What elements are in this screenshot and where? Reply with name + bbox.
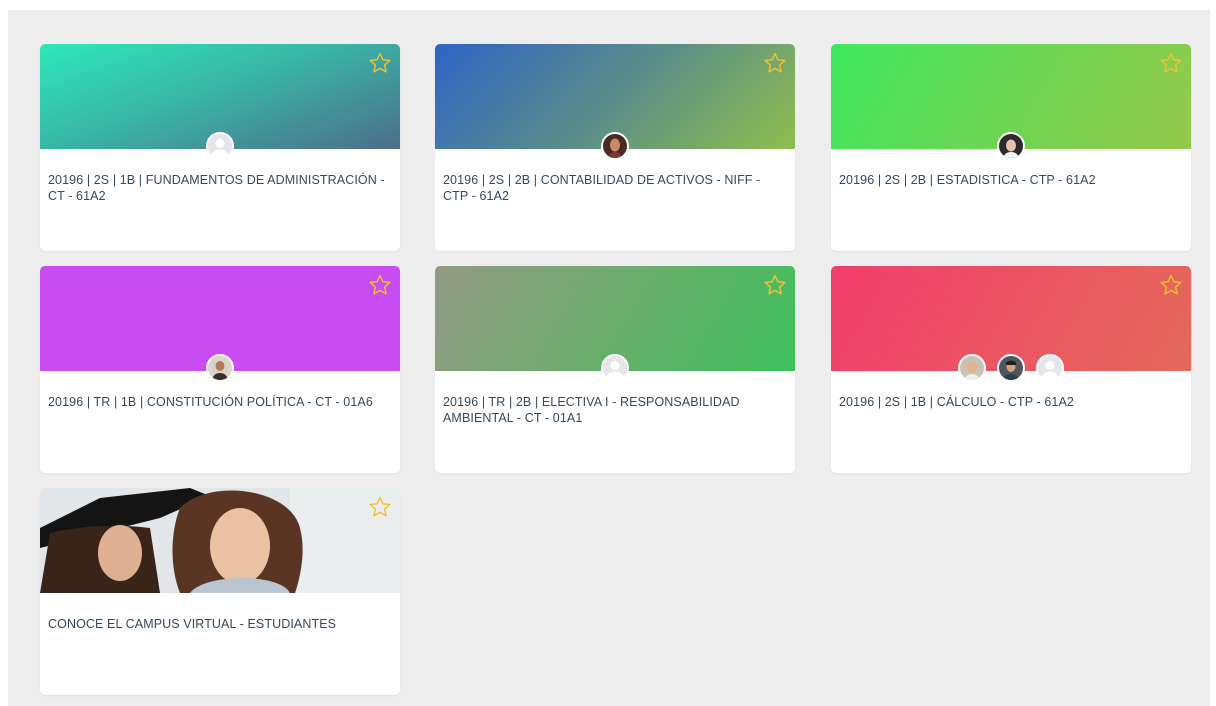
course-title[interactable]: 20196 | 2S | 2B | CONTABILIDAD DE ACTIVO… [443, 172, 781, 204]
teacher-avatars [40, 354, 400, 384]
course-card[interactable]: 20196 | 2S | 1B | CÁLCULO - CTP - 61A2 [831, 266, 1191, 473]
default-user-avatar[interactable] [1036, 354, 1064, 382]
star-outline-icon[interactable] [1159, 51, 1183, 75]
default-user-avatar[interactable] [206, 132, 234, 160]
teacher-photo-avatar[interactable] [958, 354, 986, 382]
two-students-photo [40, 488, 400, 593]
teacher-photo-avatar[interactable] [997, 132, 1025, 160]
course-title[interactable]: 20196 | TR | 2B | ELECTIVA I - RESPONSAB… [443, 394, 781, 426]
star-outline-icon[interactable] [368, 495, 392, 519]
course-card[interactable]: 20196 | 2S | 2B | CONTABILIDAD DE ACTIVO… [435, 44, 795, 251]
teacher-photo-avatar[interactable] [601, 132, 629, 160]
course-card[interactable]: 20196 | 2S | 2B | ESTADISTICA - CTP - 61… [831, 44, 1191, 251]
course-title[interactable]: 20196 | 2S | 1B | FUNDAMENTOS DE ADMINIS… [48, 172, 386, 204]
default-user-avatar[interactable] [601, 354, 629, 382]
course-title[interactable]: 20196 | TR | 1B | CONSTITUCIÓN POLÍTICA … [48, 394, 386, 410]
teacher-photo-avatar[interactable] [997, 354, 1025, 382]
course-card[interactable]: 20196 | TR | 2B | ELECTIVA I - RESPONSAB… [435, 266, 795, 473]
course-title[interactable]: 20196 | 2S | 1B | CÁLCULO - CTP - 61A2 [839, 394, 1177, 410]
course-title[interactable]: CONOCE EL CAMPUS VIRTUAL - ESTUDIANTES [48, 616, 386, 632]
course-card[interactable]: 20196 | 2S | 1B | FUNDAMENTOS DE ADMINIS… [40, 44, 400, 251]
star-outline-icon[interactable] [763, 273, 787, 297]
star-outline-icon[interactable] [1159, 273, 1183, 297]
star-outline-icon[interactable] [368, 273, 392, 297]
course-banner-photo[interactable] [40, 488, 400, 593]
teacher-avatars [435, 132, 795, 162]
course-card[interactable]: 20196 | TR | 1B | CONSTITUCIÓN POLÍTICA … [40, 266, 400, 473]
teacher-avatars [435, 354, 795, 384]
course-overview-panel: 20196 | 2S | 1B | FUNDAMENTOS DE ADMINIS… [8, 10, 1210, 706]
teacher-avatars [831, 354, 1191, 384]
teacher-avatars [40, 132, 400, 162]
teacher-photo-avatar[interactable] [206, 354, 234, 382]
star-outline-icon[interactable] [763, 51, 787, 75]
teacher-avatars [831, 132, 1191, 162]
star-outline-icon[interactable] [368, 51, 392, 75]
course-card[interactable]: CONOCE EL CAMPUS VIRTUAL - ESTUDIANTES [40, 488, 400, 695]
course-title[interactable]: 20196 | 2S | 2B | ESTADISTICA - CTP - 61… [839, 172, 1177, 188]
